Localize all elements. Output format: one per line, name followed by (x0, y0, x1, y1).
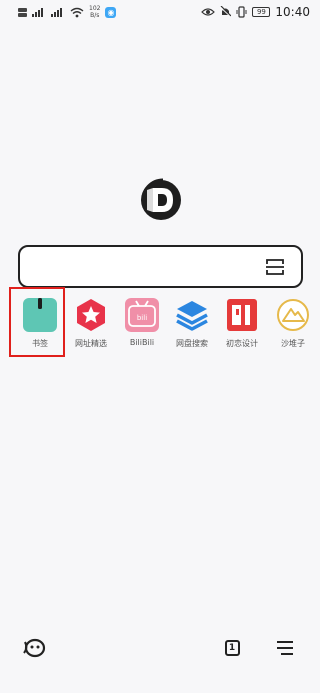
shortcut-url-picks[interactable]: 网址精选 (64, 296, 118, 356)
status-right: 99 10:40 (201, 5, 310, 19)
sim-signal-icon (18, 7, 27, 17)
battery-icon: 99 (252, 7, 271, 17)
shortcut-label: BiliBili (129, 338, 155, 347)
bilibili-icon: bili (125, 298, 159, 332)
network-speed: 102 B/s (89, 5, 100, 19)
shortcut-netdisk-search[interactable]: 网盘搜索 (165, 296, 219, 356)
status-left: 102 B/s ◉ (18, 5, 117, 19)
vibrate-icon (236, 6, 247, 18)
search-bar[interactable] (18, 245, 303, 288)
menu-icon (277, 641, 293, 655)
shortcut-label: 网址精选 (75, 339, 107, 348)
shortcut-first-love-design[interactable]: 初恋设计 (215, 296, 269, 356)
status-bar: 102 B/s ◉ 99 10:40 (0, 0, 320, 24)
browser-home-screen: 102 B/s ◉ 99 10:40 书签 网址精选 bili BiliBili… (0, 0, 320, 693)
shortcut-label: 沙堆子 (281, 339, 305, 348)
star-hexagon-icon (77, 299, 105, 331)
app-logo-icon (141, 178, 181, 220)
shortcut-label: 网盘搜索 (176, 339, 208, 348)
tabs-button[interactable]: 1 (215, 632, 249, 664)
wifi-icon (70, 7, 84, 17)
signal-icon (32, 8, 43, 17)
shortcut-bilibili[interactable]: bili BiliBili (115, 296, 169, 356)
sand-hill-icon (277, 299, 309, 331)
app-notification-icon: ◉ (105, 6, 117, 18)
scan-icon[interactable] (265, 257, 285, 277)
alien-face-icon (23, 638, 46, 658)
network-speed-unit: B/s (90, 12, 100, 19)
shortcut-label: 初恋设计 (226, 339, 258, 348)
highlight-box (9, 287, 65, 357)
network-speed-value: 102 (89, 5, 101, 12)
svg-text:bili: bili (137, 314, 147, 322)
pi-logo-icon (227, 299, 257, 331)
bottom-toolbar: 1 (0, 630, 320, 670)
layers-icon (176, 301, 208, 331)
signal-icon-2 (51, 8, 62, 17)
tab-count: 1 (224, 640, 240, 656)
shortcut-sand-pile[interactable]: 沙堆子 (266, 296, 320, 356)
menu-button[interactable] (268, 632, 302, 664)
bell-mute-icon (220, 6, 232, 18)
profile-button[interactable] (18, 632, 52, 664)
eye-icon (201, 8, 216, 16)
clock: 10:40 (275, 5, 310, 19)
